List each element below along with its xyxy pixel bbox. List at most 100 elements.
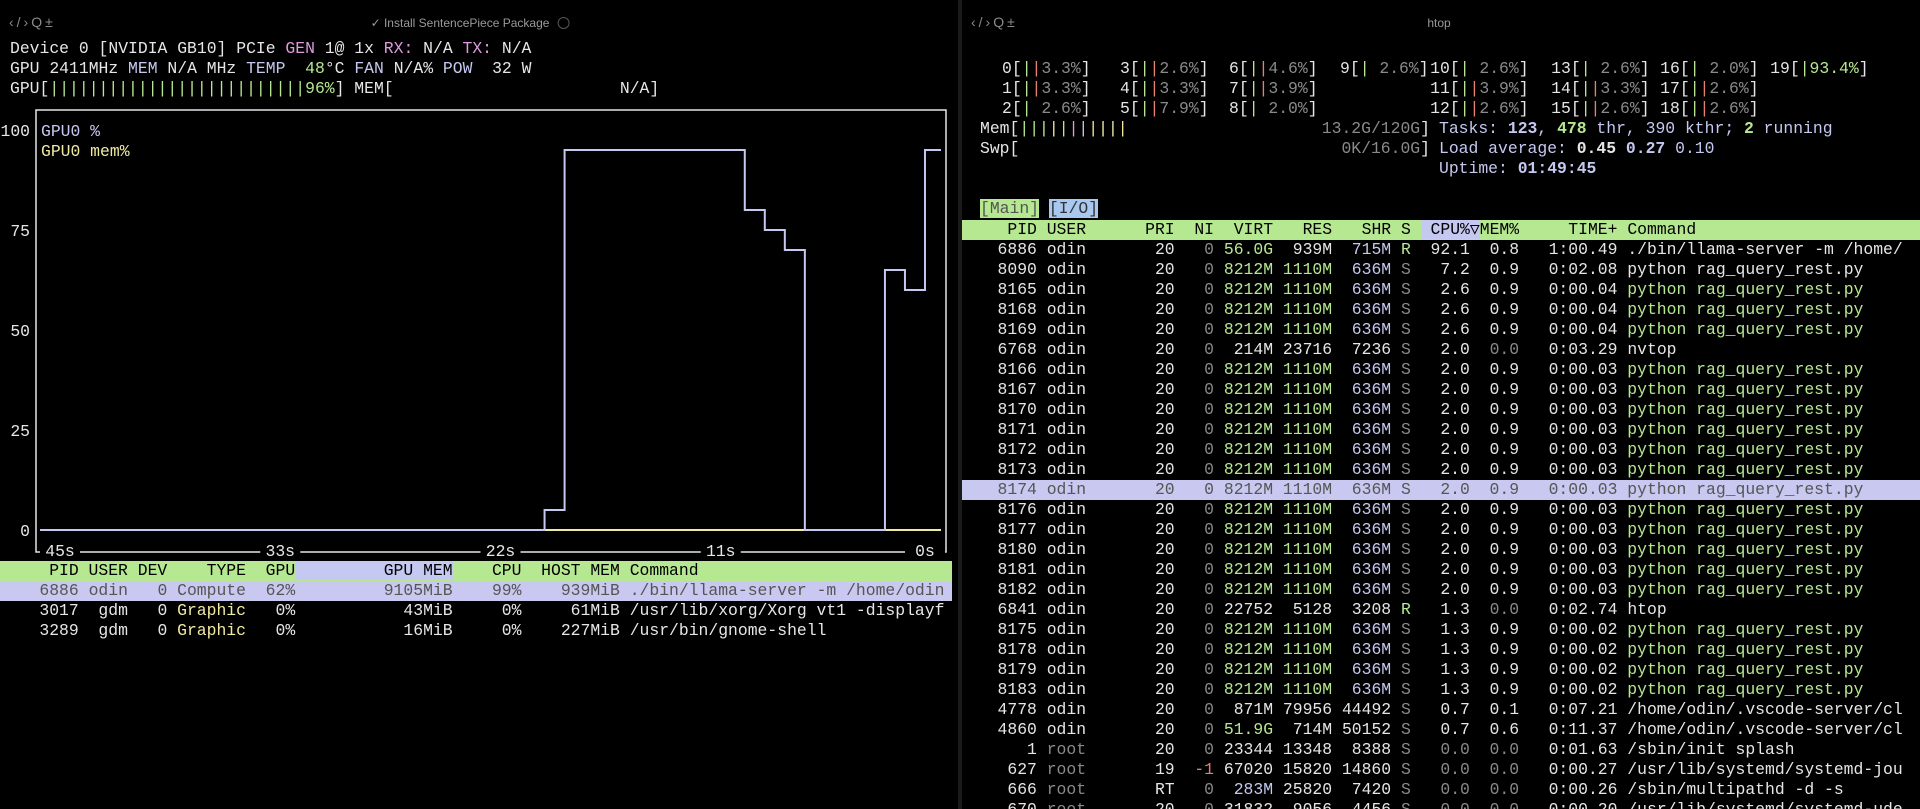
process-row[interactable]: 8178 odin 20 0 8212M 1110M 636M S 1.3 0.… (962, 640, 1920, 660)
cell-res: 1110M (1282, 420, 1333, 439)
process-row[interactable]: 8180 odin 20 0 8212M 1110M 636M S 2.0 0.… (962, 540, 1920, 560)
search-icon[interactable]: Q (993, 14, 1007, 30)
column-header-pri[interactable]: PRI (1145, 220, 1184, 239)
cell-ni: 0 (1204, 580, 1215, 599)
process-row[interactable]: 627 root 19 -1 67020 15820 14860 S 0.0 0… (962, 760, 1920, 780)
column-header-pid[interactable]: PID (0, 561, 79, 580)
cell-state: S (1400, 520, 1411, 539)
process-row[interactable]: 8181 odin 20 0 8212M 1110M 636M S 2.0 0.… (962, 560, 1920, 580)
cpu-bar: | (1699, 79, 1710, 98)
column-header-cpu[interactable]: CPU%▽ (1420, 220, 1480, 239)
cell-time: 0:00.03 (1548, 580, 1618, 599)
column-header-gpu-mem[interactable]: GPU MEM (295, 561, 453, 580)
column-header-command[interactable]: Command (1627, 220, 1696, 239)
column-header-ni[interactable]: NI (1184, 220, 1223, 239)
process-row[interactable]: 8174 odin 20 0 8212M 1110M 636M S 2.0 0.… (962, 480, 1920, 500)
gpu-process-row[interactable]: 6886 odin 0 Compute 62% 9105MiB 99% 939M… (0, 581, 952, 601)
code-icon[interactable]: ‹/› (971, 14, 993, 30)
column-header-type[interactable]: TYPE (167, 561, 246, 580)
cell-text: TYPE (206, 561, 246, 580)
process-row[interactable]: 8090 odin 20 0 8212M 1110M 636M S 7.2 0.… (962, 260, 1920, 280)
cell-gpu: 0% (246, 621, 296, 640)
cell-pri: 20 (1154, 660, 1175, 679)
process-row[interactable]: 666 root RT 0 283M 25820 7420 S 0.0 0.0 … (962, 780, 1920, 800)
column-header-res[interactable]: RES (1283, 220, 1342, 239)
cpu-meter-17: 17[||2.6%] (1660, 79, 1759, 98)
process-row[interactable]: 8177 odin 20 0 8212M 1110M 636M S 2.0 0.… (962, 520, 1920, 540)
htop-pane[interactable]: ‹/›Q± htop 0[||3.3%] 1[||3.3%] 2[| 2.6%] 3[… (962, 0, 1920, 809)
plus-minus-icon[interactable]: ± (1007, 14, 1018, 30)
column-header-dev[interactable]: DEV (128, 561, 168, 580)
cell-command: /usr/lib/systemd/systemd-ude (1627, 800, 1902, 809)
cell-res: 13348 (1282, 740, 1333, 759)
cell-mem: 0.9 (1489, 520, 1520, 539)
chart-frame (35, 109, 947, 553)
cpu-id: 12 (1430, 99, 1450, 118)
y-tick-label: 0 (20, 522, 30, 541)
toolbar-icons[interactable]: ‹/›Q± (971, 14, 1018, 30)
process-row[interactable]: 8173 odin 20 0 8212M 1110M 636M S 2.0 0.… (962, 460, 1920, 480)
column-header-user[interactable]: USER (79, 561, 128, 580)
process-row[interactable]: 8182 odin 20 0 8212M 1110M 636M S 2.0 0.… (962, 580, 1920, 600)
process-row[interactable]: 6841 odin 20 0 22752 5128 3208 R 1.3 0.0… (962, 600, 1920, 620)
cell-text: 3289 (39, 621, 79, 640)
cell-shr: 636M (1351, 380, 1392, 399)
process-row[interactable]: 8165 odin 20 0 8212M 1110M 636M S 2.6 0.… (962, 280, 1920, 300)
column-header-gpu[interactable]: GPU (246, 561, 296, 580)
process-row[interactable]: 8170 odin 20 0 8212M 1110M 636M S 2.0 0.… (962, 400, 1920, 420)
tab-io[interactable]: [I/O] (1048, 199, 1099, 218)
process-row[interactable]: 8171 odin 20 0 8212M 1110M 636M S 2.0 0.… (962, 420, 1920, 440)
column-header-cpu[interactable]: CPU (453, 561, 522, 580)
cell-state: S (1400, 620, 1411, 639)
process-row[interactable]: 670 root 20 0 31832 9056 4456 S 0.0 0.0 … (962, 800, 1920, 809)
cpu-bar: | (1459, 59, 1470, 78)
cpu-bar: | (1021, 79, 1032, 98)
tab-main[interactable]: [Main] (980, 199, 1040, 218)
column-header-command[interactable]: Command (630, 561, 699, 580)
cpu-id: 15 (1551, 99, 1571, 118)
column-header-virt[interactable]: VIRT (1224, 220, 1283, 239)
cell-text: 0 (157, 601, 168, 620)
process-row[interactable]: 6768 odin 20 0 214M 23716 7236 S 2.0 0.0… (962, 340, 1920, 360)
column-header-shr[interactable]: SHR (1342, 220, 1401, 239)
gpu-process-row[interactable]: 3289 gdm 0 Graphic 0% 16MiB 0% 227MiB /u… (0, 621, 952, 641)
cell-virt: 8212M (1223, 680, 1274, 699)
column-header-state[interactable]: S (1401, 220, 1421, 239)
process-row[interactable]: 8167 odin 20 0 8212M 1110M 636M S 2.0 0.… (962, 380, 1920, 400)
process-row[interactable]: 8175 odin 20 0 8212M 1110M 636M S 1.3 0.… (962, 620, 1920, 640)
process-row[interactable]: 6886 odin 20 0 56.0G 939M 715M R 92.1 0.… (962, 240, 1920, 260)
process-row[interactable]: 8172 odin 20 0 8212M 1110M 636M S 2.0 0.… (962, 440, 1920, 460)
cell-time: 0:00.03 (1548, 520, 1618, 539)
process-row[interactable]: 8179 odin 20 0 8212M 1110M 636M S 1.3 0.… (962, 660, 1920, 680)
process-row[interactable]: 8166 odin 20 0 8212M 1110M 636M S 2.0 0.… (962, 360, 1920, 380)
column-header-user[interactable]: USER (1047, 220, 1145, 239)
tasks-label: Tasks: (1439, 119, 1508, 138)
cell-ni: 0 (1204, 320, 1215, 339)
column-header-pid[interactable]: PID (968, 220, 1047, 239)
process-row[interactable]: 8176 odin 20 0 8212M 1110M 636M S 2.0 0.… (962, 500, 1920, 520)
cell-text: odin (88, 581, 128, 600)
process-row[interactable]: 4860 odin 20 0 51.9G 714M 50152 S 0.7 0.… (962, 720, 1920, 740)
cell-pid: 8178 (997, 640, 1037, 659)
cell-shr: 636M (1351, 640, 1392, 659)
gpu-process-row[interactable]: 3017 gdm 0 Graphic 0% 43MiB 0% 61MiB /us… (0, 601, 952, 621)
process-row[interactable]: 8183 odin 20 0 8212M 1110M 636M S 1.3 0.… (962, 680, 1920, 700)
nvtop-pane[interactable]: ‹/›Q± ✓ Install SentencePiece Package De… (0, 0, 958, 809)
cell-ni: 0 (1204, 460, 1215, 479)
cell-cpu: 2.0 (1440, 580, 1470, 599)
process-row[interactable]: 8168 odin 20 0 8212M 1110M 636M S 2.6 0.… (962, 300, 1920, 320)
cpu-meter-13: 13[| 2.6%] (1551, 59, 1650, 78)
cell-state: S (1400, 560, 1411, 579)
cell-mem: 0.9 (1489, 580, 1520, 599)
cell-res: 714M (1292, 720, 1333, 739)
column-header-host-mem[interactable]: HOST MEM (521, 561, 629, 580)
process-row[interactable]: 8169 odin 20 0 8212M 1110M 636M S 2.6 0.… (962, 320, 1920, 340)
column-header-mem[interactable]: MEM% (1480, 220, 1529, 239)
cell-user: root (1046, 780, 1087, 799)
column-header-time[interactable]: TIME+ (1529, 220, 1627, 239)
process-row[interactable]: 1 root 20 0 23344 13348 8388 S 0.0 0.0 0… (962, 740, 1920, 760)
cell-cpu: 2.6 (1440, 320, 1470, 339)
cell-host-mem: 939MiB (521, 581, 629, 600)
process-row[interactable]: 4778 odin 20 0 871M 79956 44492 S 0.7 0.… (962, 700, 1920, 720)
column-header-text: PRI (1145, 220, 1175, 239)
